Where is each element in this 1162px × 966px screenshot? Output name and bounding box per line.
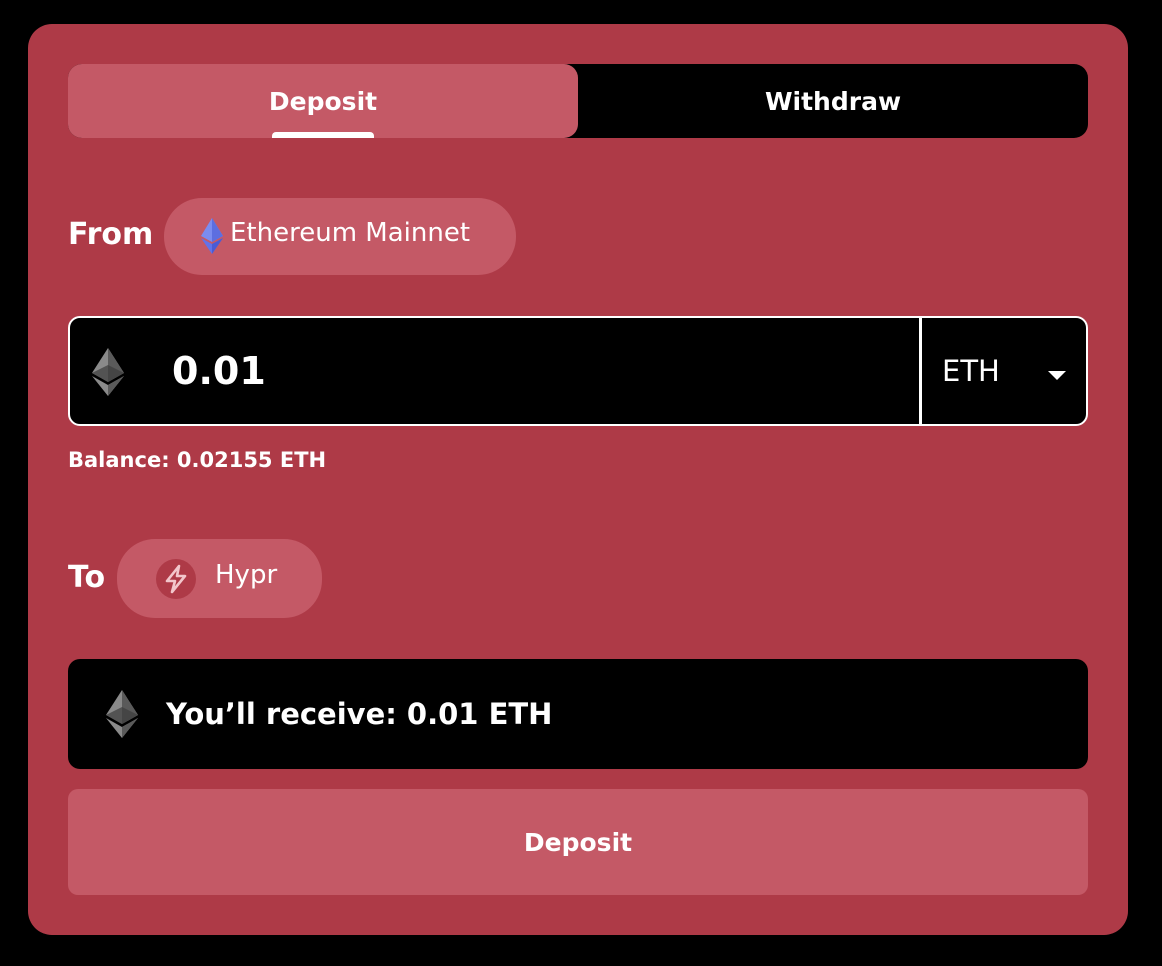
ethereum-icon — [106, 690, 138, 745]
balance-text: Balance: 0.02155 ETH — [68, 448, 327, 472]
ethereum-icon — [201, 218, 223, 261]
hypr-bolt-icon — [156, 559, 196, 606]
deposit-button-label: Deposit — [523, 827, 633, 857]
from-network-name: Ethereum Mainnet — [230, 218, 471, 248]
amount-input-area — [70, 318, 919, 424]
amount-input[interactable] — [170, 348, 774, 394]
to-network-name: Hypr — [215, 560, 278, 590]
caret-down-icon — [1048, 354, 1066, 388]
mode-tabs: Deposit Withdraw — [68, 64, 1088, 138]
receive-summary: You’ll receive: 0.01 ETH — [68, 659, 1088, 769]
tab-withdraw-label: Withdraw — [764, 86, 902, 116]
token-select[interactable]: ETH — [922, 318, 1086, 424]
from-label: From — [68, 217, 154, 252]
amount-field-container: ETH — [68, 316, 1088, 426]
from-network-selector[interactable]: Ethereum Mainnet — [164, 198, 516, 275]
tab-withdraw[interactable]: Withdraw — [578, 64, 1088, 138]
deposit-button[interactable]: Deposit — [68, 789, 1088, 895]
tab-deposit[interactable]: Deposit — [68, 64, 578, 138]
to-label: To — [68, 560, 106, 595]
tab-deposit-label: Deposit — [268, 86, 378, 116]
ethereum-icon — [92, 348, 124, 400]
to-network-selector[interactable]: Hypr — [117, 539, 322, 618]
active-tab-indicator — [272, 132, 374, 138]
bridge-card: Deposit Withdraw From Ethereum Mainnet 0… — [28, 24, 1128, 935]
token-symbol: ETH — [942, 354, 1000, 388]
receive-text: You’ll receive: 0.01 ETH — [166, 697, 553, 731]
